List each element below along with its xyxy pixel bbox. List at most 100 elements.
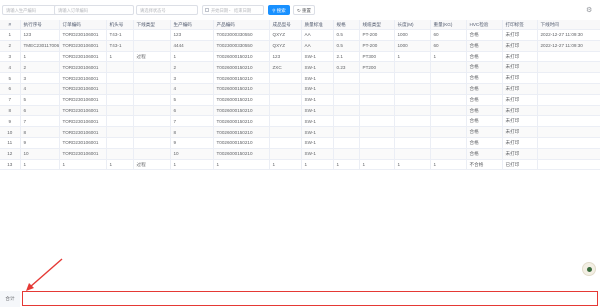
table-cell — [106, 105, 134, 117]
table-cell — [537, 126, 600, 139]
table-row[interactable]: 13 1 1 1 过程 1 1 1 1 1 1 1 1 不合格 已打印 — [0, 159, 600, 171]
table-cell: 未打印 — [502, 61, 538, 74]
table-cell — [269, 105, 302, 117]
table-cell: T0026000150210 — [213, 148, 270, 160]
table-cell — [106, 61, 134, 74]
column-header[interactable]: 机头号 — [106, 20, 134, 31]
table-cell: 0.23 — [333, 61, 360, 74]
table-row[interactable]: 12 10 TORD230106001 10 T0026000150210 SW-1 合格未… — [0, 148, 600, 160]
table-cell: 4 — [20, 83, 60, 95]
table-row[interactable]: 7 5 TORD230106001 5 T0026000150210 SW-1 合格 未打印 — [0, 94, 600, 106]
table-cell: 1 — [394, 159, 431, 171]
table-cell: TORD230106001 — [59, 61, 107, 74]
table-cell: T0023000330550 — [213, 29, 270, 41]
table-row[interactable]: 5 3 TORD230106001 3 T0026000150210 SW-1 合格 未打印 — [0, 72, 600, 85]
table-cell: 60 — [430, 40, 467, 52]
table-cell — [359, 115, 395, 128]
table-cell: 合格 — [466, 61, 503, 74]
column-header[interactable]: 打印标签 — [502, 20, 538, 31]
table-cell — [269, 148, 302, 160]
table-cell: 未打印 — [502, 72, 538, 85]
table-row[interactable]: 6 4 TORD230106001 4 T0026000150210 SW-1 合格 未打印 — [0, 83, 600, 95]
table-cell — [106, 72, 134, 85]
search-button-label: 搜索 — [276, 8, 286, 13]
table-row[interactable]: 8 6 TORD230106001 6 T0026000150210 SW-1 合格 未打印 — [0, 105, 600, 117]
table-cell: 2.1 — [333, 51, 360, 63]
search-button[interactable]: ⚲搜索 — [268, 5, 290, 15]
data-table: # 执行序号 订单编码 机头号 下线类型 生产编码 产品编码 成品型号 质量标准 规格 线缆类型 长度… — [0, 20, 600, 171]
column-header[interactable]: 下线类型 — [133, 20, 171, 31]
table-cell: 合格 — [466, 83, 503, 95]
column-header[interactable]: 成品型号 — [269, 20, 302, 31]
table-cell: AA — [301, 29, 334, 41]
table-cell: PT-200 — [359, 29, 395, 41]
column-header[interactable]: HVC检验 — [466, 20, 503, 31]
table-row[interactable]: 2 TMEC230117006 TORD230106001 T43-1 4444 T002… — [0, 40, 600, 52]
column-header[interactable]: 线缆类型 — [359, 20, 395, 31]
table-cell: 合格 — [466, 94, 503, 106]
table-cell: SW-1 — [301, 148, 334, 160]
table-cell: SW-1 — [301, 72, 334, 85]
table-cell — [333, 126, 360, 139]
table-row[interactable]: 4 2 TORD230106001 2 T0026000150210 ZXC SW-1 0.2… — [0, 61, 600, 74]
table-cell — [133, 148, 171, 160]
table-row[interactable]: 3 1 TORD230106001 1 过程 1 T0026000150210 123 SW-1… — [0, 51, 600, 63]
table-cell: 未打印 — [502, 105, 538, 117]
reset-button[interactable]: ↻重置 — [293, 5, 315, 15]
table-row[interactable]: 9 7 TORD230106001 7 T0026000150210 SW-1 合格 未打印 — [0, 115, 600, 128]
table-cell: 2022-12-27 11:09:30 — [537, 40, 600, 52]
column-header[interactable]: 生产编码 — [170, 20, 214, 31]
table-cell — [430, 148, 467, 160]
column-header[interactable]: # — [0, 20, 21, 31]
column-header[interactable]: 产品编码 — [213, 20, 270, 31]
table-cell — [133, 72, 171, 85]
order-code-placeholder: 请输入订单编码 — [58, 8, 89, 13]
table-cell: 1 — [106, 159, 134, 171]
table-cell: 合格 — [466, 148, 503, 160]
column-header[interactable]: 长度(M) — [394, 20, 431, 31]
refresh-icon: ↻ — [296, 8, 301, 13]
table-cell: T43-1 — [106, 29, 134, 41]
table-cell: 2022-12-27 11:09:30 — [537, 29, 600, 41]
table-cell — [430, 94, 467, 106]
column-header[interactable]: 执行序号 — [20, 20, 60, 31]
column-header[interactable]: 质量标准 — [301, 20, 334, 31]
assistant-icon[interactable] — [582, 262, 596, 276]
table-row[interactable]: 1 123 TORD230106001 T43-1 123 T0023000330550 Q… — [0, 29, 600, 41]
table-cell: SW-1 — [301, 61, 334, 74]
table-row[interactable]: 10 8 TORD230106001 8 T0026000150210 SW-1 合格 未打印 — [0, 126, 600, 139]
column-header[interactable]: 订单编码 — [59, 20, 107, 31]
table-cell — [537, 137, 600, 149]
column-header[interactable]: 重量(KG) — [430, 20, 467, 31]
table-cell: T0026000150210 — [213, 72, 270, 85]
date-range-picker[interactable]: 开始日期 - 结束日期 — [202, 5, 264, 15]
table-cell — [333, 137, 360, 149]
table-cell: 2 — [0, 40, 21, 52]
table-cell: 1 — [0, 29, 21, 41]
table-cell: 5 — [0, 72, 21, 85]
table-cell: 1 — [301, 159, 334, 171]
table-cell — [537, 94, 600, 106]
table-cell — [133, 115, 171, 128]
table-cell — [430, 72, 467, 85]
gear-icon[interactable]: ⚙ — [586, 6, 592, 14]
table-cell — [106, 137, 134, 149]
table-row[interactable]: 11 9 TORD230106001 9 T0026000150210 SW-1 合格 未打印 — [0, 137, 600, 149]
table-cell — [359, 126, 395, 139]
total-label: 合计 — [0, 291, 20, 307]
table-cell: TORD230106001 — [59, 51, 107, 63]
table-cell — [537, 83, 600, 95]
column-header[interactable]: 下线时间 — [537, 20, 600, 31]
date-end-placeholder: 结束日期 — [234, 8, 252, 13]
table-cell: 6 — [20, 105, 60, 117]
column-header[interactable]: 规格 — [333, 20, 360, 31]
totals-highlight-box — [22, 291, 598, 306]
table-cell — [133, 94, 171, 106]
table-cell — [394, 126, 431, 139]
order-code-input[interactable]: 请输入订单编码 — [54, 5, 134, 15]
table-cell: 不合格 — [466, 159, 503, 171]
table-cell: 11 — [0, 137, 21, 149]
status-select[interactable]: 请选择状态号 ⌄ — [136, 5, 198, 15]
table-cell — [133, 40, 171, 52]
table-cell: T0026000150210 — [213, 137, 270, 149]
